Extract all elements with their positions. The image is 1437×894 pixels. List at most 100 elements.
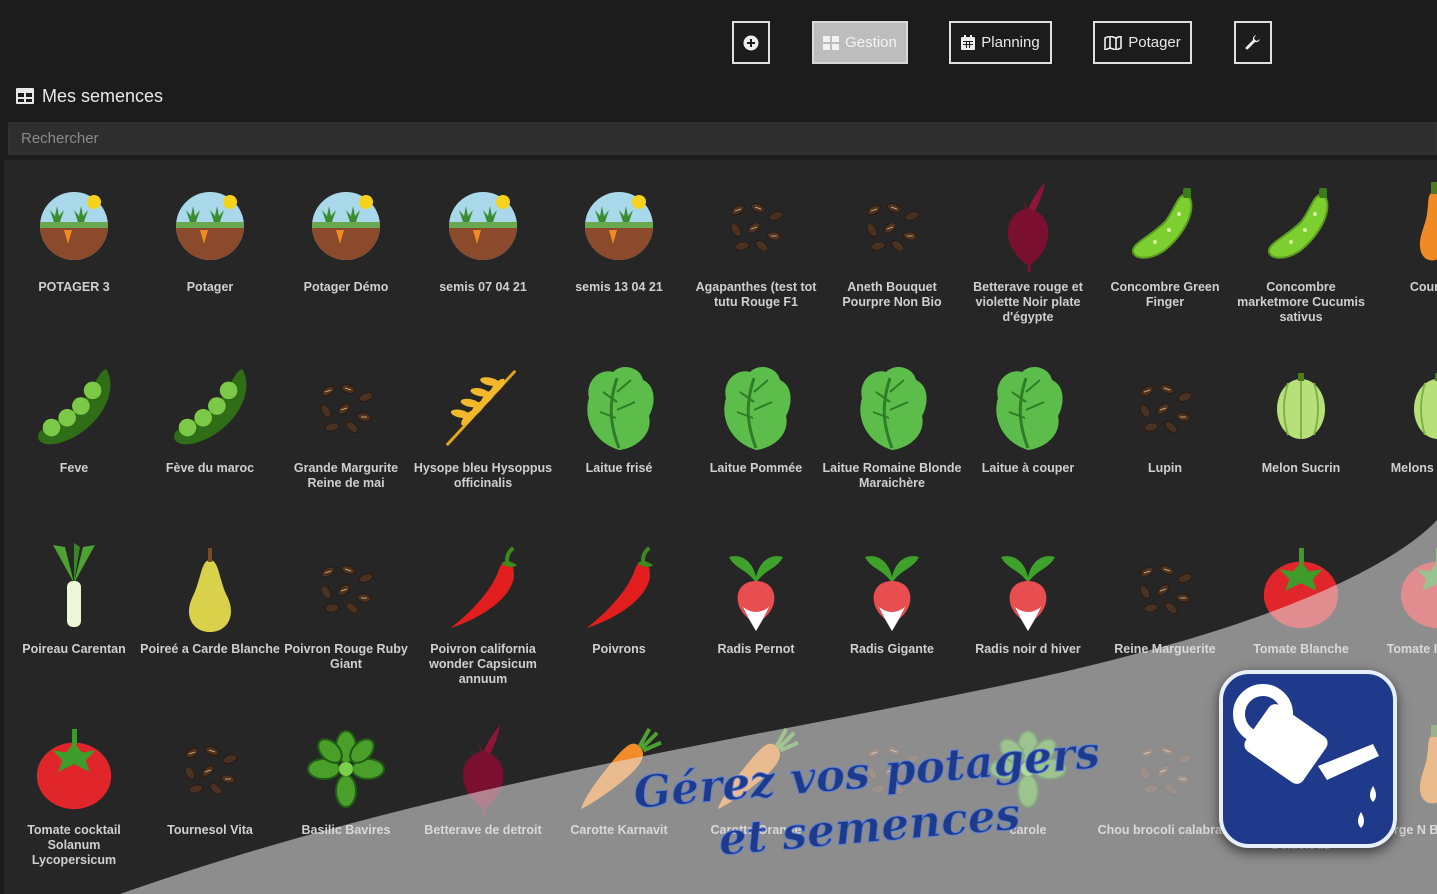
potager-button[interactable]: Potager bbox=[1093, 21, 1192, 64]
section-header: Mes semences bbox=[16, 84, 163, 108]
wheat-icon bbox=[439, 359, 527, 454]
planning-button[interactable]: Planning bbox=[949, 21, 1052, 64]
beet-icon bbox=[984, 178, 1072, 273]
seed-tile[interactable]: Hysope bleu Hysoppus officinalis bbox=[414, 341, 552, 511]
seed-tile[interactable]: Laitue frisé bbox=[553, 341, 685, 511]
basil-icon bbox=[984, 721, 1072, 816]
seed-tile[interactable]: Tournesol Vita bbox=[144, 703, 276, 873]
seed-label: Laitue Pommée bbox=[709, 461, 803, 475]
search-input[interactable] bbox=[8, 122, 1437, 155]
seed-tile[interactable]: Carotte Karnavit bbox=[553, 703, 685, 873]
seeds-icon bbox=[1121, 721, 1209, 816]
seed-tile[interactable]: Radis Pernot bbox=[690, 522, 822, 692]
calendar-icon bbox=[961, 35, 976, 50]
seed-label: Courge B bbox=[1409, 280, 1437, 294]
seed-label: Radis Pernot bbox=[717, 642, 795, 656]
seed-tile[interactable]: Poivron Rouge Ruby Giant bbox=[280, 522, 412, 692]
seed-tile[interactable]: Poireau Carentan bbox=[8, 522, 140, 692]
seed-tile[interactable]: Tomate cocktail Solanum Lycopersicum bbox=[8, 703, 140, 873]
settings-button[interactable] bbox=[1234, 21, 1272, 64]
seed-tile[interactable]: Melons C Chare bbox=[1372, 341, 1437, 511]
seed-tile[interactable]: semis 13 04 21 bbox=[553, 160, 685, 330]
seed-tile[interactable] bbox=[826, 703, 958, 873]
radish-icon bbox=[848, 540, 936, 635]
seed-label: Poivron california wonder Capsicum annuu… bbox=[429, 642, 537, 686]
seed-tile[interactable]: semis 07 04 21 bbox=[417, 160, 549, 330]
seeds-icon bbox=[848, 721, 936, 816]
leek-icon bbox=[30, 540, 118, 635]
gestion-label: Gestion bbox=[845, 34, 897, 51]
seed-label: Betterave de detroit bbox=[424, 823, 542, 837]
seed-label: Fève du maroc bbox=[165, 461, 255, 475]
seed-label: Grande Margurite Reine de mai bbox=[293, 461, 399, 490]
seed-label: Aneth Bouquet Pourpre Non Bio bbox=[842, 280, 942, 309]
garden-icon bbox=[439, 178, 527, 273]
seed-tile[interactable]: Laitue Pommée bbox=[690, 341, 822, 511]
seed-tile[interactable]: Tomate IND Shad bbox=[1372, 522, 1437, 692]
seed-tile[interactable]: Aneth Bouquet Pourpre Non Bio bbox=[826, 160, 958, 330]
seed-tile[interactable]: Betterave rouge et violette Noir plate d… bbox=[962, 160, 1094, 330]
tomato-icon bbox=[30, 721, 118, 816]
seed-label: Melon Sucrin bbox=[1261, 461, 1341, 475]
plus-circle-icon bbox=[743, 35, 759, 50]
seed-label: carole bbox=[1009, 823, 1047, 837]
seed-label: Chou brocoli calabrais bbox=[1097, 823, 1233, 837]
seed-label: Potager bbox=[186, 280, 234, 294]
seed-tile[interactable]: carole bbox=[962, 703, 1094, 873]
map-icon bbox=[1104, 35, 1123, 50]
seed-label: Concombre marketmore Cucumis sativus bbox=[1237, 280, 1365, 324]
seed-tile[interactable]: Carotte Orange bbox=[690, 703, 822, 873]
seed-label: Poivron Rouge Ruby Giant bbox=[284, 642, 408, 671]
seed-tile[interactable]: Melon Sucrin bbox=[1235, 341, 1367, 511]
seed-label: Betterave rouge et violette Noir plate d… bbox=[973, 280, 1083, 324]
seed-tile[interactable]: Potager bbox=[144, 160, 276, 330]
seed-label: Reine Marguerite bbox=[1114, 642, 1216, 656]
seeds-icon bbox=[712, 178, 800, 273]
seed-tile[interactable]: Tomate Blanche bbox=[1235, 522, 1367, 692]
seed-label: POTAGER 3 bbox=[38, 280, 110, 294]
seed-tile[interactable]: Chou brocoli calabrais bbox=[1098, 703, 1232, 873]
seed-tile[interactable]: Basilic Bavires bbox=[280, 703, 412, 873]
seed-tile[interactable]: Poivron california wonder Capsicum annuu… bbox=[417, 522, 549, 692]
seed-label: Radis Gigante bbox=[849, 642, 935, 656]
garden-icon bbox=[575, 178, 663, 273]
seed-tile[interactable]: Feve bbox=[8, 341, 140, 511]
potager-label: Potager bbox=[1128, 34, 1181, 51]
seed-tile[interactable]: POTAGER 3 bbox=[8, 160, 140, 330]
melon-icon bbox=[1394, 359, 1437, 454]
radish-icon bbox=[984, 540, 1072, 635]
seed-label: Laitue frisé bbox=[585, 461, 653, 475]
seed-tile[interactable]: Potager Démo bbox=[280, 160, 412, 330]
seed-label: Melons C Chare bbox=[1390, 461, 1437, 475]
seed-label: Concombre Green Finger bbox=[1110, 280, 1220, 309]
lettuce-icon bbox=[712, 359, 800, 454]
carrot-icon bbox=[712, 721, 800, 816]
seed-tile[interactable]: Concombre marketmore Cucumis sativus bbox=[1235, 160, 1367, 330]
seed-tile[interactable]: Laitue Romaine Blonde Maraichère bbox=[823, 341, 961, 511]
garden-icon bbox=[30, 178, 118, 273]
seed-tile[interactable]: Reine Marguerite bbox=[1099, 522, 1231, 692]
seed-tile[interactable]: Poivrons bbox=[553, 522, 685, 692]
seed-tile[interactable]: Laitue à couper bbox=[962, 341, 1094, 511]
seed-tile[interactable]: Radis noir d hiver bbox=[962, 522, 1094, 692]
gestion-button[interactable]: Gestion bbox=[812, 21, 908, 64]
seed-label: Tomate cocktail Solanum Lycopersicum bbox=[27, 823, 121, 867]
seeds-icon bbox=[302, 359, 390, 454]
seeds-icon bbox=[1121, 359, 1209, 454]
seed-tile[interactable]: Grande Margurite Reine de mai bbox=[280, 341, 412, 511]
seed-tile[interactable]: Concombre Green Finger bbox=[1099, 160, 1231, 330]
seed-label: Carotte Orange bbox=[710, 823, 802, 837]
seed-tile[interactable]: Poireé a Carde Blanche bbox=[140, 522, 280, 692]
app-logo bbox=[1219, 670, 1397, 848]
seed-tile[interactable]: Fève du maroc bbox=[144, 341, 276, 511]
add-button[interactable] bbox=[732, 21, 770, 64]
grid-icon bbox=[823, 35, 840, 50]
seed-tile[interactable]: Radis Gigante bbox=[826, 522, 958, 692]
seed-label: Poireau Carentan bbox=[22, 642, 126, 656]
pea-pod-icon bbox=[166, 359, 254, 454]
seed-tile[interactable]: Betterave de detroit bbox=[417, 703, 549, 873]
seed-tile[interactable]: Agapanthes (test tot tutu Rouge F1 bbox=[690, 160, 822, 330]
seed-tile[interactable]: Courge B bbox=[1372, 160, 1437, 330]
seeds-icon bbox=[848, 178, 936, 273]
seed-tile[interactable]: Lupin bbox=[1099, 341, 1231, 511]
